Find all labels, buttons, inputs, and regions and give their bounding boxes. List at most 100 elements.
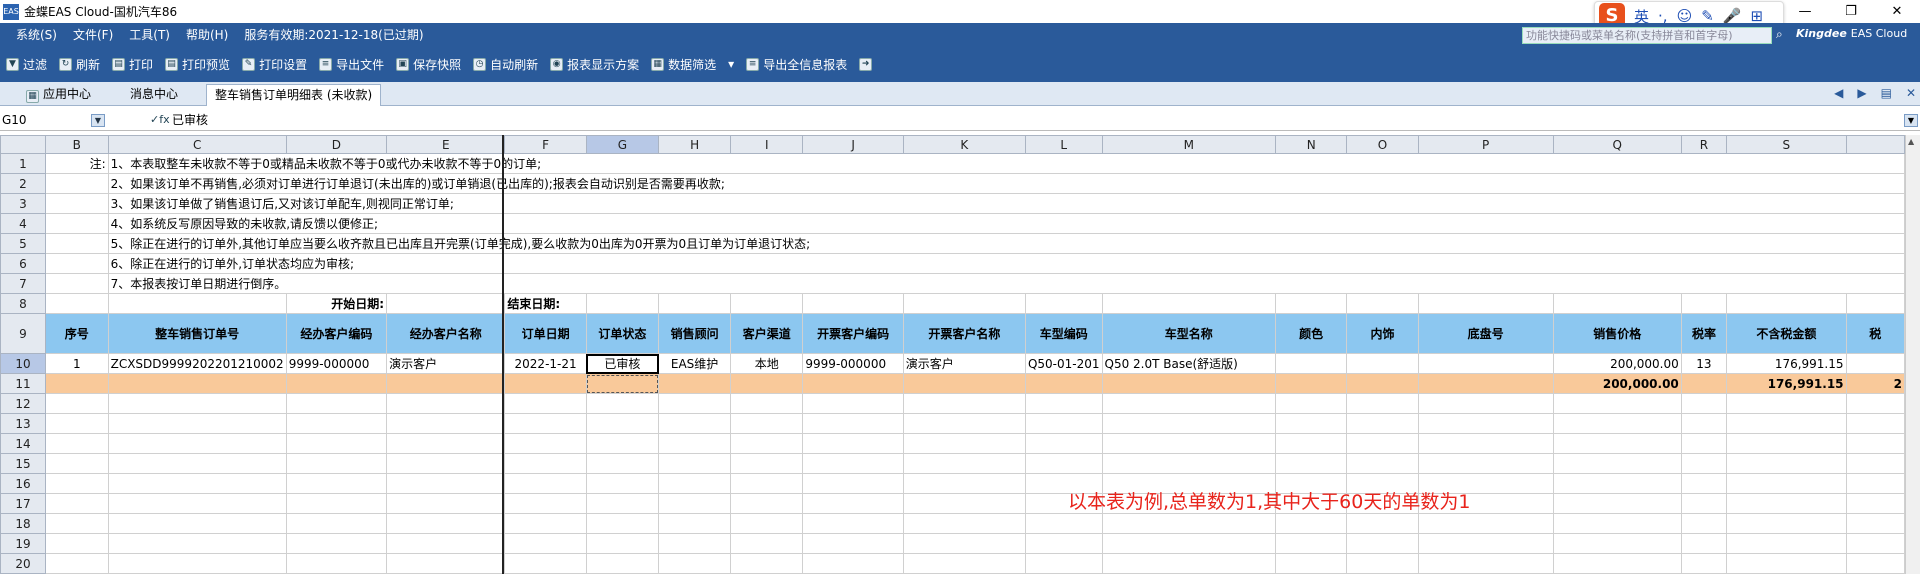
column-title[interactable]: 经办客户编码: [285, 313, 388, 354]
grid-cell[interactable]: [1024, 513, 1103, 534]
column-header[interactable]: H: [657, 135, 732, 154]
grid-cell[interactable]: [902, 453, 1026, 474]
grid-cell[interactable]: [585, 293, 660, 314]
grid-cell[interactable]: [1726, 533, 1847, 554]
grid-cell[interactable]: [1726, 433, 1847, 454]
note-text[interactable]: 7、本报表按订单日期进行倒序。: [107, 273, 1905, 294]
menu-tools[interactable]: 工具(T): [121, 26, 178, 43]
total-cell[interactable]: [1346, 373, 1419, 394]
grid-cell[interactable]: [1845, 453, 1905, 474]
grid-cell[interactable]: [902, 473, 1026, 494]
grid-cell[interactable]: [1024, 393, 1103, 414]
grid-cell[interactable]: [386, 413, 506, 434]
grid-cell[interactable]: [1680, 473, 1728, 494]
tab-prev-icon[interactable]: ◀: [1834, 86, 1843, 100]
restore-button[interactable]: ❐: [1828, 0, 1874, 23]
column-header[interactable]: I: [730, 135, 804, 154]
grid-cell[interactable]: [730, 433, 804, 454]
column-header[interactable]: J: [802, 135, 904, 154]
data-filter-button[interactable]: ▦ 数据筛选: [651, 56, 716, 73]
column-header[interactable]: F: [504, 135, 587, 154]
grid-cell[interactable]: [585, 493, 660, 514]
table-cell[interactable]: 176,991.15: [1726, 353, 1847, 374]
grid-cell[interactable]: [1680, 413, 1728, 434]
grid-cell[interactable]: [1101, 293, 1277, 314]
grid-cell[interactable]: [285, 393, 388, 414]
grid-cell[interactable]: [44, 413, 109, 434]
row-header[interactable]: 8: [0, 293, 46, 314]
column-title[interactable]: 底盘号: [1417, 313, 1554, 354]
grid-cell[interactable]: [802, 493, 904, 514]
grid-cell[interactable]: [1275, 293, 1348, 314]
grid-cell[interactable]: [1101, 513, 1277, 534]
column-title[interactable]: 不含税金额: [1726, 313, 1847, 354]
grid-cell[interactable]: [107, 453, 287, 474]
column-header[interactable]: O: [1346, 135, 1419, 154]
grid-cell[interactable]: [1726, 453, 1847, 474]
formula-expand-icon[interactable]: ▼: [1904, 114, 1918, 127]
grid-cell[interactable]: [1417, 513, 1554, 534]
table-cell[interactable]: [1275, 353, 1348, 374]
grid-cell[interactable]: [285, 493, 388, 514]
row-header[interactable]: 9: [0, 313, 46, 354]
grid-cell[interactable]: [107, 293, 287, 314]
auto-refresh-button[interactable]: ◷ 自动刷新: [473, 56, 538, 73]
grid-cell[interactable]: [1680, 513, 1728, 534]
row-header[interactable]: 20: [0, 553, 46, 574]
note-text[interactable]: 3、如果该订单做了销售退订后,又对该订单配车,则视同正常订单;: [107, 193, 1905, 214]
table-cell[interactable]: 演示客户: [386, 353, 506, 374]
grid-cell[interactable]: [730, 533, 804, 554]
column-header[interactable]: E: [386, 135, 506, 154]
save-snapshot-button[interactable]: ▣ 保存快照: [396, 56, 461, 73]
row-header[interactable]: 4: [0, 213, 46, 234]
grid-cell[interactable]: [285, 533, 388, 554]
grid-cell[interactable]: [504, 393, 587, 414]
grid-cell[interactable]: [285, 413, 388, 434]
grid-cell[interactable]: [1845, 393, 1905, 414]
table-cell[interactable]: [1417, 353, 1554, 374]
grid-cell[interactable]: [585, 553, 660, 574]
grid-cell[interactable]: [386, 493, 506, 514]
menu-system[interactable]: 系统(S): [0, 26, 65, 43]
column-header[interactable]: G: [585, 135, 660, 154]
table-cell[interactable]: 已审核: [585, 353, 660, 374]
grid-cell[interactable]: [1552, 513, 1682, 534]
grid-cell[interactable]: [1346, 293, 1419, 314]
total-cell[interactable]: [1417, 373, 1554, 394]
grid-cell[interactable]: [1417, 453, 1554, 474]
grid-cell[interactable]: [730, 513, 804, 534]
grid-cell[interactable]: [1552, 553, 1682, 574]
grid-cell[interactable]: [585, 453, 660, 474]
print-preview-button[interactable]: ▤ 打印预览: [165, 56, 230, 73]
grid-cell[interactable]: [1101, 413, 1277, 434]
table-cell[interactable]: 13: [1680, 353, 1728, 374]
grid-cell[interactable]: [730, 393, 804, 414]
grid-cell[interactable]: [802, 413, 904, 434]
grid-cell[interactable]: [802, 293, 904, 314]
column-title[interactable]: 订单日期: [504, 313, 587, 354]
grid-cell[interactable]: [386, 533, 506, 554]
function-search-input[interactable]: 功能快捷码或菜单名称(支持拼音和首字母): [1522, 27, 1772, 44]
grid-cell[interactable]: [657, 393, 732, 414]
row-header[interactable]: 6: [0, 253, 46, 274]
column-title[interactable]: 颜色: [1275, 313, 1348, 354]
total-tax[interactable]: 2: [1845, 373, 1905, 394]
grid-cell[interactable]: [1417, 393, 1554, 414]
grid-cell[interactable]: [1275, 553, 1348, 574]
column-header[interactable]: D: [285, 135, 388, 154]
grid-cell[interactable]: [1680, 433, 1728, 454]
row-header[interactable]: 3: [0, 193, 46, 214]
grid-cell[interactable]: [730, 293, 804, 314]
grid-cell[interactable]: [1845, 553, 1905, 574]
row-header[interactable]: 1: [0, 153, 46, 174]
print-settings-button[interactable]: ✎ 打印设置: [242, 56, 307, 73]
table-cell[interactable]: ZCXSDD9999202201210002: [107, 353, 287, 374]
grid-cell[interactable]: [44, 293, 109, 314]
grid-cell[interactable]: [1275, 413, 1348, 434]
total-cell[interactable]: [1680, 373, 1728, 394]
report-display-scheme-button[interactable]: ◉ 报表显示方案: [550, 56, 639, 73]
grid-cell[interactable]: [44, 493, 109, 514]
column-title[interactable]: 销售价格: [1552, 313, 1682, 354]
column-header[interactable]: N: [1275, 135, 1348, 154]
tab-list-icon[interactable]: ▤: [1881, 86, 1892, 100]
